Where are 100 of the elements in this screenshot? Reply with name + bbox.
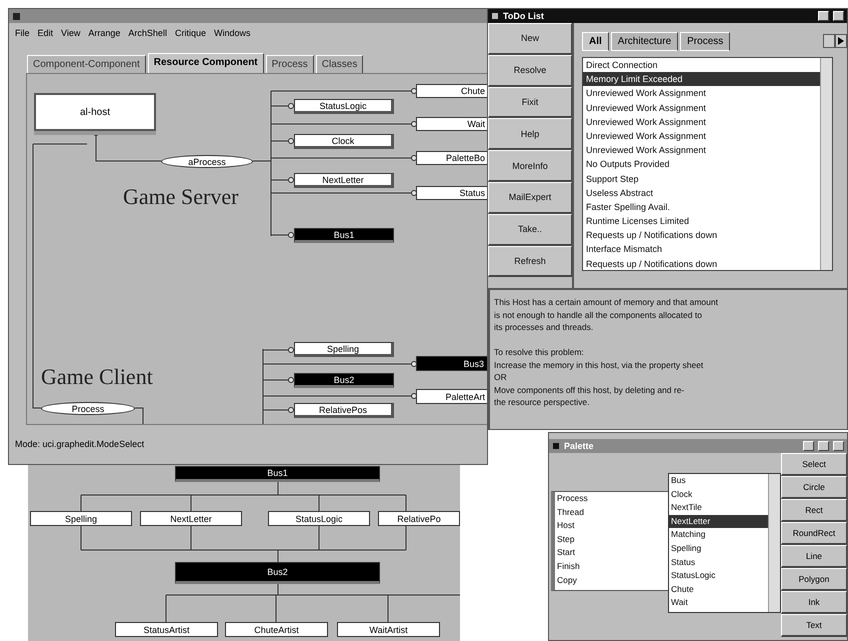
menu-item[interactable]: Windows [214, 28, 250, 38]
component-node: StatusLogic [268, 511, 370, 526]
list-item[interactable]: StatusLogic [669, 569, 770, 583]
bus-node: Bus2 [175, 562, 380, 584]
action-button[interactable]: Resolve [488, 54, 572, 87]
component-node: NextLetter [294, 173, 394, 188]
menu-item[interactable]: Edit [38, 28, 54, 38]
list-item[interactable]: Support Step [583, 172, 820, 186]
component-node: PaletteBo [416, 151, 487, 165]
action-button[interactable]: Help [488, 118, 572, 150]
description-text: This Host has a certain amount of memory and that amount [494, 296, 719, 308]
tab[interactable]: Process [680, 32, 730, 50]
list-item[interactable]: Status [669, 556, 770, 570]
component-node: RelativePos [294, 403, 394, 418]
list-item[interactable]: Faster Spelling Avail. [583, 200, 820, 214]
status-text: Mode: uci.graphedit.ModeSelect [14, 438, 146, 451]
list-item[interactable]: NextLetter [669, 514, 770, 528]
description-text: the resource perspective. [494, 396, 590, 408]
tool-button[interactable]: Text [781, 614, 847, 637]
component-node: Spelling [30, 511, 132, 526]
menu-item[interactable]: File [15, 28, 30, 38]
action-button[interactable]: New [488, 23, 572, 55]
list-item[interactable]: Unreviewed Work Assignment [583, 100, 820, 115]
list-item[interactable]: Unreviewed Work Assignment [583, 143, 820, 158]
component-node: ChuteArtist [225, 622, 328, 637]
bus-node: Bus2 [294, 373, 394, 388]
bus-node: Bus1 [175, 466, 380, 482]
component-node: PaletteArt [416, 389, 487, 404]
scrollbar[interactable] [820, 58, 832, 270]
action-button[interactable]: Take.. [488, 214, 572, 246]
tab[interactable]: Component-Component [27, 55, 146, 73]
list-item[interactable]: Matching [669, 528, 770, 542]
app-icon [12, 12, 21, 20]
description-text: is not enough to handle all the components allocated to [494, 308, 703, 321]
component-node: Chute [416, 84, 487, 98]
list-item[interactable]: NextTile [669, 501, 770, 515]
menu-item[interactable]: Critique [174, 28, 206, 38]
list-item[interactable]: Chute [669, 582, 770, 596]
list-item[interactable]: Runtime Licenses Limited [583, 214, 820, 228]
list-item[interactable]: Host [555, 519, 668, 533]
list-item[interactable]: Process [555, 492, 668, 506]
list-item[interactable]: Thread [555, 506, 668, 520]
list-item[interactable]: Unreviewed Work Assignment [583, 128, 820, 144]
component-node: WaitArtist [337, 622, 440, 637]
process-node: aProcess [161, 155, 253, 168]
tab-scroll-arrows-icon[interactable] [823, 34, 847, 48]
component-node: Wait [416, 117, 487, 131]
tool-button[interactable]: Polygon [781, 568, 847, 591]
maximize-button[interactable] [833, 11, 844, 21]
window-title: ToDo List [503, 11, 544, 21]
component-node: RelativePo [378, 511, 460, 526]
list-item[interactable]: Copy [555, 574, 668, 588]
tool-button[interactable]: Circle [781, 476, 847, 499]
tab[interactable]: Resource Component [148, 53, 264, 73]
tool-button[interactable]: RoundRect [781, 522, 847, 545]
action-button[interactable]: MailExpert [488, 182, 572, 214]
scrollbar[interactable] [768, 474, 780, 612]
action-button[interactable]: MoreInfo [488, 150, 572, 182]
bus-node: Bus1 [294, 228, 394, 243]
list-item[interactable]: Useless Abstract [583, 186, 820, 200]
window-title: Palette [564, 441, 594, 451]
action-button[interactable]: Refresh [488, 246, 572, 278]
list-item[interactable]: Clock [669, 488, 770, 502]
tab[interactable]: Process [266, 55, 314, 73]
process-node: Process [41, 402, 135, 415]
description-text: Move components off this host, by deleting and re- [494, 384, 686, 396]
component-node: StatusArtist [115, 622, 218, 637]
description-text: Increase the memory in this host, via the property sheet [494, 358, 704, 371]
tool-button[interactable]: Line [781, 545, 847, 568]
tool-button[interactable]: Ink [781, 591, 847, 614]
list-item[interactable]: No Outputs Provided [583, 157, 820, 172]
list-item[interactable]: Direct Connection [583, 58, 820, 72]
list-item[interactable]: Requests up / Notifications down [583, 228, 820, 242]
menu-item[interactable]: Arrange [88, 28, 120, 38]
minimize-button[interactable] [818, 11, 829, 21]
list-item[interactable]: Wait [669, 596, 770, 610]
close-button[interactable] [833, 441, 844, 451]
list-item[interactable]: Interface Mismatch [583, 242, 820, 257]
minimize-button[interactable] [803, 441, 814, 451]
list-item[interactable]: Spelling [669, 542, 770, 556]
app-icon [552, 442, 560, 450]
list-item[interactable]: Start [555, 546, 668, 560]
list-item[interactable]: Unreviewed Work Assignment [583, 114, 820, 129]
list-item[interactable]: Step [555, 532, 668, 546]
tool-button[interactable]: Rect [781, 499, 847, 522]
menu-item[interactable]: View [61, 28, 80, 38]
description-text: To resolve this problem: [494, 346, 585, 358]
tab[interactable]: Architecture [610, 32, 678, 50]
component-node: Status [416, 186, 487, 200]
tab[interactable]: All [582, 32, 609, 50]
menu-item[interactable]: ArchShell [128, 28, 167, 38]
tab[interactable]: Classes [316, 55, 364, 73]
list-item[interactable]: Bus [669, 474, 770, 488]
list-item[interactable]: Requests up / Notifications down [583, 256, 820, 270]
list-item[interactable]: Finish [555, 560, 668, 574]
action-button[interactable]: Fixit [488, 86, 572, 118]
maximize-button[interactable] [818, 441, 829, 451]
list-item[interactable]: Unreviewed Work Assignment [583, 86, 820, 101]
tool-button[interactable]: Select [781, 453, 847, 476]
list-item[interactable]: Memory Limit Exceeded [583, 72, 820, 86]
